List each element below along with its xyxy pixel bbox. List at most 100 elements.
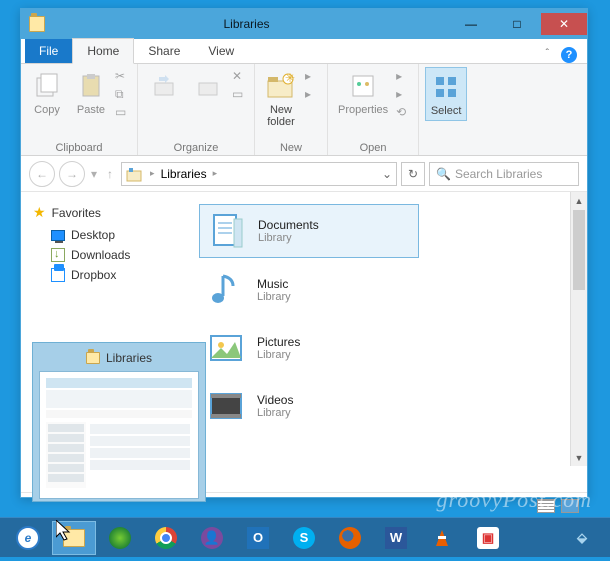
taskbar-app3[interactable]: ▣: [466, 521, 510, 555]
help-icon[interactable]: ?: [561, 47, 577, 63]
desktop-icon: [51, 230, 65, 241]
downloads-icon: [51, 248, 65, 262]
properties-button[interactable]: Properties: [334, 67, 392, 119]
copy-button[interactable]: Copy: [27, 67, 67, 119]
group-clipboard: Copy Paste ✂ ⧉ ▭ Clipboard: [21, 64, 138, 155]
dropbox-icon: ⬙: [571, 527, 593, 549]
search-input[interactable]: 🔍 Search Libraries: [429, 162, 579, 186]
minimize-button[interactable]: —: [448, 13, 494, 35]
taskbar-outlook[interactable]: O: [236, 521, 280, 555]
address-bar: ← → ▾ ↑ ▸ Libraries ▸ ⌄ ↻ 🔍 Search Libra…: [21, 156, 587, 192]
group-organize: ✕ ▭ Organize: [138, 64, 255, 155]
preview-title: Libraries: [106, 351, 152, 365]
newitem-icon[interactable]: ▸: [305, 69, 321, 85]
library-music[interactable]: MusicLibrary: [199, 264, 419, 316]
edit-icon[interactable]: ▸: [396, 87, 412, 103]
pasteshortcut-icon[interactable]: ▭: [115, 105, 131, 121]
folder-icon: [63, 529, 85, 547]
properties-icon: [347, 70, 379, 102]
sidebar-item-downloads[interactable]: Downloads: [21, 245, 191, 265]
preview-thumb[interactable]: [39, 371, 199, 499]
app-icon: ▣: [477, 527, 499, 549]
paste-button[interactable]: Paste: [71, 67, 111, 119]
taskbar: 👤 O S W ▣ ⬙: [0, 517, 610, 557]
taskbar-dropbox[interactable]: ⬙: [560, 521, 604, 555]
taskbar-skype[interactable]: S: [282, 521, 326, 555]
taskbar-chrome[interactable]: [144, 521, 188, 555]
folder-icon: [29, 16, 45, 32]
paste-icon: [75, 70, 107, 102]
taskbar-word[interactable]: W: [374, 521, 418, 555]
refresh-button[interactable]: ↻: [401, 162, 425, 186]
documents-icon: [208, 211, 248, 251]
music-icon: [207, 270, 247, 310]
history-icon[interactable]: ⟲: [396, 105, 412, 121]
taskbar-explorer[interactable]: [52, 521, 96, 555]
addr-dropdown-icon[interactable]: ⌄: [382, 167, 392, 181]
delete-icon[interactable]: ✕: [232, 69, 248, 85]
group-new: ✳ New folder ▸ ▸ New: [255, 64, 328, 155]
title-bar[interactable]: Libraries — □ ✕: [21, 9, 587, 39]
group-open: Properties ▸ ▸ ⟲ Open: [328, 64, 419, 155]
taskbar-app2[interactable]: 👤: [190, 521, 234, 555]
open-icon[interactable]: ▸: [396, 69, 412, 85]
dropbox-icon: [51, 268, 65, 282]
copy-icon: [31, 70, 63, 102]
ribbon-collapse-icon[interactable]: ˆ: [540, 44, 555, 63]
watermark: groovyPost.com: [436, 487, 592, 513]
ribbon: Copy Paste ✂ ⧉ ▭ Clipboard ✕: [21, 64, 587, 156]
tab-file[interactable]: File: [25, 39, 72, 63]
cut-icon[interactable]: ✂: [115, 69, 131, 85]
taskbar-app1[interactable]: [98, 521, 142, 555]
purple-icon: 👤: [201, 527, 223, 549]
copyto-button[interactable]: [188, 67, 228, 105]
close-button[interactable]: ✕: [541, 13, 587, 35]
rename-icon[interactable]: ▭: [232, 87, 248, 103]
newfolder-icon: ✳: [265, 70, 297, 102]
up-button[interactable]: ↑: [103, 167, 117, 181]
moveto-button[interactable]: [144, 67, 184, 105]
select-button[interactable]: Select: [425, 67, 467, 121]
sidebar-favorites[interactable]: ★ Favorites: [21, 200, 191, 225]
taskbar-preview[interactable]: Libraries: [32, 342, 206, 502]
scroll-up-icon[interactable]: ▲: [571, 192, 587, 209]
tab-home[interactable]: Home: [72, 38, 134, 64]
group-select: Select: [419, 64, 473, 155]
tab-view[interactable]: View: [194, 39, 248, 63]
sidebar-item-dropbox[interactable]: Dropbox: [21, 265, 191, 285]
taskbar-firefox[interactable]: [328, 521, 372, 555]
scroll-down-icon[interactable]: ▼: [571, 449, 587, 466]
vlc-icon: [431, 527, 453, 549]
recent-dropdown-icon[interactable]: ▾: [89, 167, 99, 181]
select-icon: [430, 71, 462, 103]
firefox-icon: [339, 527, 361, 549]
scrollbar[interactable]: ▲ ▼: [570, 192, 587, 466]
library-videos[interactable]: VideosLibrary: [199, 380, 419, 432]
move-icon: [148, 70, 180, 102]
library-documents[interactable]: DocumentsLibrary: [199, 204, 419, 258]
breadcrumb[interactable]: Libraries: [161, 167, 207, 181]
videos-icon: [207, 386, 247, 426]
address-combo[interactable]: ▸ Libraries ▸ ⌄: [121, 162, 397, 186]
back-button[interactable]: ←: [29, 161, 55, 187]
svg-text:✳: ✳: [285, 73, 295, 85]
libraries-icon: [126, 166, 144, 182]
taskbar-vlc[interactable]: [420, 521, 464, 555]
scroll-thumb[interactable]: [573, 210, 585, 290]
tab-share[interactable]: Share: [134, 39, 194, 63]
forward-button[interactable]: →: [59, 161, 85, 187]
chrome-icon: [155, 527, 177, 549]
window-title: Libraries: [45, 17, 448, 31]
skype-icon: S: [293, 527, 315, 549]
easyaccess-icon[interactable]: ▸: [305, 87, 321, 103]
sidebar-item-desktop[interactable]: Desktop: [21, 225, 191, 245]
maximize-button[interactable]: □: [494, 13, 540, 35]
ie-icon: [16, 526, 40, 550]
copyto-icon: [192, 70, 224, 102]
main-pane: DocumentsLibrary MusicLibrary PicturesLi…: [191, 192, 587, 492]
library-pictures[interactable]: PicturesLibrary: [199, 322, 419, 374]
ribbon-tabs: File Home Share View ˆ ?: [21, 39, 587, 64]
taskbar-ie[interactable]: [6, 521, 50, 555]
newfolder-button[interactable]: ✳ New folder: [261, 67, 301, 131]
copypath-icon[interactable]: ⧉: [115, 87, 131, 103]
